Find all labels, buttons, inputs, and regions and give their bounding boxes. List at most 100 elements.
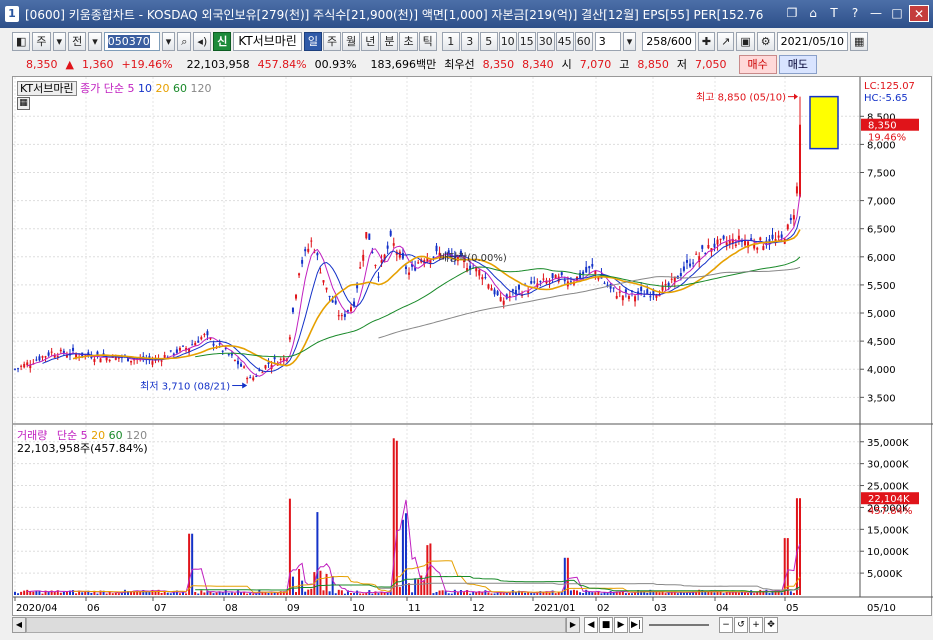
candle-body xyxy=(490,288,493,291)
stock-code-dropdown-icon[interactable]: ▾ xyxy=(161,31,176,51)
period-button[interactable]: 월 xyxy=(342,31,361,51)
candle-body xyxy=(777,235,780,238)
interval-button[interactable]: 1 xyxy=(441,31,460,51)
interval-dropdown-icon[interactable]: ▾ xyxy=(622,31,637,51)
search-icon[interactable]: ⌕ xyxy=(177,31,192,51)
zoom-out-icon[interactable]: − xyxy=(719,617,733,633)
scroll-right-icon[interactable]: ▶ xyxy=(566,617,580,633)
new-button[interactable]: 신 xyxy=(213,31,232,51)
indicator-icon[interactable]: ↗ xyxy=(717,31,735,51)
grid-table-icon[interactable]: ▦ xyxy=(17,97,30,110)
scroll-track[interactable] xyxy=(26,617,566,633)
play-icon[interactable]: ▶ xyxy=(614,617,628,633)
mode-select[interactable]: 전 xyxy=(68,31,87,51)
speaker-icon[interactable]: ◂) xyxy=(193,31,212,51)
mode-dropdown-icon[interactable]: ▾ xyxy=(88,31,102,51)
volume-current-label: 22,104K xyxy=(868,494,910,505)
candle-body xyxy=(23,363,26,368)
zoom-in-icon[interactable]: + xyxy=(749,617,763,633)
restore-icon[interactable]: ❐ xyxy=(783,5,801,22)
candle-body xyxy=(203,334,206,336)
x-axis-label: 2020/04 xyxy=(16,603,58,614)
volume-bar xyxy=(511,590,514,595)
crosshair-icon[interactable]: ✚ xyxy=(697,31,716,51)
price-volume-chart[interactable]: 8,5008,0007,5007,0006,5006,0005,5005,000… xyxy=(13,77,933,617)
interval-button[interactable]: 10 xyxy=(498,31,517,51)
period-button[interactable]: 년 xyxy=(361,31,380,51)
zoom-reset-icon[interactable]: ↺ xyxy=(734,617,748,633)
period-button[interactable]: 분 xyxy=(380,31,399,51)
candle-body xyxy=(163,355,166,358)
volume-bar xyxy=(252,593,255,595)
candle-body xyxy=(634,296,637,302)
chart-type-dropdown-icon[interactable]: ▾ xyxy=(52,31,67,51)
volume-bar xyxy=(340,590,343,595)
volume-bar xyxy=(472,592,475,595)
candle-body xyxy=(181,345,184,347)
pin-icon[interactable]: ⌂ xyxy=(804,5,822,22)
interval-button[interactable]: 5 xyxy=(479,31,498,51)
toolbar-row: ◧ 주 ▾ 전 ▾ 050370 ▾ ⌕ ◂) 신 KT서브마린 일주월년분초틱… xyxy=(0,29,933,53)
close-icon[interactable]: ✕ xyxy=(909,5,929,22)
stop-icon[interactable]: ■ xyxy=(599,617,613,633)
period-button[interactable]: 초 xyxy=(399,31,418,51)
chart-scrollbar[interactable]: ◀ ▶ ◀ ■ ▶ ▶| − ↺ + ✥ xyxy=(12,616,933,634)
period-button[interactable]: 틱 xyxy=(418,31,437,51)
volume-bar xyxy=(236,590,239,595)
period-button[interactable]: 일 xyxy=(303,31,322,51)
pan-icon[interactable]: ✥ xyxy=(764,617,778,633)
interval-input[interactable]: 3 xyxy=(594,31,621,51)
stock-code-input[interactable]: 050370 xyxy=(103,31,160,51)
period-button[interactable]: 주 xyxy=(322,31,342,51)
minimize-icon[interactable]: — xyxy=(867,5,885,22)
x-axis-label: 05 xyxy=(786,603,799,614)
sell-button[interactable]: 매도 xyxy=(778,54,818,74)
volume-bar xyxy=(524,592,527,595)
save-icon[interactable]: ▣ xyxy=(736,31,755,51)
forward-icon[interactable]: ▶| xyxy=(629,617,643,633)
candle-body xyxy=(646,289,649,294)
volume-current-text: 22,103,958주(457.84%) xyxy=(17,442,148,455)
volume-current-pct: 457.84% xyxy=(868,506,913,517)
price-axis-label: 3,500 xyxy=(867,393,896,404)
count-input[interactable]: 258/600 xyxy=(642,31,696,51)
volume-bar xyxy=(484,590,487,595)
volume-bar xyxy=(291,576,294,595)
turnover-value: 00.93% xyxy=(314,57,357,71)
date-input[interactable]: 2021/05/10 xyxy=(776,31,849,51)
x-axis-label: 08 xyxy=(225,603,238,614)
calendar-icon[interactable]: ▦ xyxy=(850,31,869,51)
maximize-icon[interactable]: □ xyxy=(888,5,906,22)
price-axis-label: 7,000 xyxy=(867,197,896,208)
chart-area[interactable]: 8,500 8,000 7,500 7,000 6,500 6,000 5,500 5,000… xyxy=(12,76,933,617)
volume-bar xyxy=(411,592,414,595)
rewind-icon[interactable]: ◀ xyxy=(584,617,598,633)
interval-button[interactable]: 45 xyxy=(555,31,574,51)
volume-bar xyxy=(450,593,453,595)
zoom-slider[interactable] xyxy=(649,624,709,626)
app-icon[interactable]: 1 xyxy=(5,6,19,22)
volume-bar xyxy=(459,590,462,595)
interval-button[interactable]: 30 xyxy=(536,31,555,51)
interval-button[interactable]: 15 xyxy=(517,31,536,51)
highlight-box[interactable] xyxy=(809,95,839,150)
settings-gear-icon[interactable]: ⚙ xyxy=(756,31,775,51)
price-legend-stock[interactable]: KT서브마린 xyxy=(17,81,77,96)
candle-body xyxy=(496,291,499,296)
volume-bar xyxy=(395,440,398,595)
help-icon[interactable]: ? xyxy=(846,5,864,22)
text-icon[interactable]: T xyxy=(825,5,843,22)
buy-button[interactable]: 매수 xyxy=(738,54,777,74)
volume-bar xyxy=(463,592,466,595)
volume-bar xyxy=(792,592,795,595)
chart-type-select[interactable]: 주 xyxy=(32,31,51,51)
volume-bar xyxy=(404,513,407,595)
candle-body xyxy=(328,295,331,297)
candle-body xyxy=(288,337,291,340)
interval-button[interactable]: 3 xyxy=(460,31,479,51)
interval-button[interactable]: 60 xyxy=(574,31,593,51)
scroll-left-icon[interactable]: ◀ xyxy=(12,617,26,633)
volume-bar xyxy=(447,593,450,595)
volume-bar xyxy=(295,592,298,595)
layout-icon[interactable]: ◧ xyxy=(12,31,31,51)
